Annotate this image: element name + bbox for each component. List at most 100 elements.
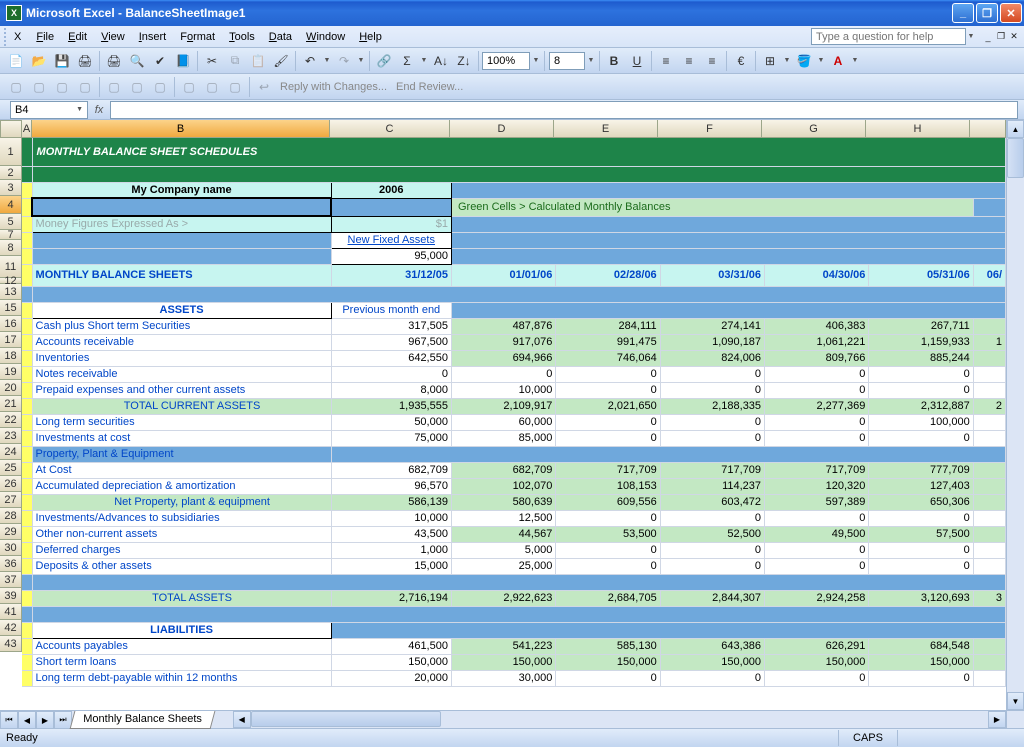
cell-tca-4[interactable]: 2,277,369 [765,398,869,414]
row-22[interactable]: 22 [0,412,22,428]
cell-ap-6[interactable] [973,638,1005,654]
hscroll-thumb[interactable] [251,711,441,727]
doc-icon[interactable]: X [14,31,21,43]
scroll-down-button[interactable]: ▼ [1007,692,1024,710]
cell-ap-5[interactable]: 684,548 [869,638,973,654]
row-27[interactable]: 27 [0,492,22,508]
cell-invadv-6[interactable] [973,510,1005,526]
row-29[interactable]: 29 [0,524,22,540]
cell-ap-3[interactable]: 643,386 [660,638,764,654]
cell-defc-0[interactable]: 1,000 [331,542,451,558]
menu-data[interactable]: Data [262,29,299,45]
cell-stl-3[interactable]: 150,000 [660,654,764,670]
cell-cash-6[interactable] [973,318,1005,334]
row-4[interactable]: 4 [0,196,22,214]
cell-tca-2[interactable]: 2,021,650 [556,398,660,414]
cell-notes-6[interactable] [973,366,1005,382]
cell-accdep-3[interactable]: 114,237 [660,478,764,494]
cell-cash-3[interactable]: 274,141 [660,318,764,334]
cell-lts-2[interactable]: 0 [556,414,660,430]
cell-netppe-4[interactable]: 597,389 [765,494,869,510]
cell-invc-6[interactable] [973,430,1005,446]
help-dropdown[interactable]: ▼ [966,33,976,40]
cell-invc-4[interactable]: 0 [765,430,869,446]
cell-onc-5[interactable]: 57,500 [869,526,973,542]
row-30[interactable]: 30 [0,540,22,556]
cell-onc-1[interactable]: 44,567 [451,526,555,542]
row-24[interactable]: 24 [0,444,22,460]
copy-button[interactable]: ⧉ [224,50,246,72]
cell-atcost-3[interactable]: 717,709 [660,462,764,478]
col-C[interactable]: C [330,120,450,138]
cell-stl-4[interactable]: 150,000 [765,654,869,670]
currency-button[interactable]: € [730,50,752,72]
cell-lts-4[interactable]: 0 [765,414,869,430]
cell-stl-0[interactable]: 150,000 [331,654,451,670]
cell-notes-4[interactable]: 0 [765,366,869,382]
cell-ap-4[interactable]: 626,291 [765,638,869,654]
review-btn-6[interactable]: ▢ [126,76,148,98]
first-sheet-button[interactable]: ⏮ [0,711,18,729]
cell-invadv-5[interactable]: 0 [869,510,973,526]
cell-inv-5[interactable]: 885,244 [869,350,973,366]
autosum-button[interactable]: Σ [396,50,418,72]
cut-button[interactable]: ✂ [201,50,223,72]
cell-atcost-1[interactable]: 682,709 [451,462,555,478]
cell-defc-3[interactable]: 0 [660,542,764,558]
cell-inv-3[interactable]: 824,006 [660,350,764,366]
row-26[interactable]: 26 [0,476,22,492]
cell-accdep-4[interactable]: 120,320 [765,478,869,494]
cell-prepaid-4[interactable]: 0 [765,382,869,398]
name-box[interactable]: B4▼ [10,101,88,119]
cell-stl-5[interactable]: 150,000 [869,654,973,670]
cell-netppe-0[interactable]: 586,139 [331,494,451,510]
cell-tca-1[interactable]: 2,109,917 [451,398,555,414]
cell-ar-3[interactable]: 1,090,187 [660,334,764,350]
cell-dep-3[interactable]: 0 [660,558,764,574]
borders-button[interactable]: ⊞ [759,50,781,72]
row-39[interactable]: 39 [0,588,22,604]
doc-restore-button[interactable]: ❐ [995,31,1007,43]
cell-ap-2[interactable]: 585,130 [556,638,660,654]
row-37[interactable]: 37 [0,572,22,588]
permission-button[interactable]: 🖨 [74,50,96,72]
row-43[interactable]: 43 [0,636,22,652]
cell-prepaid-0[interactable]: 8,000 [331,382,451,398]
format-painter-button[interactable]: 🖌 [270,50,292,72]
row-16[interactable]: 16 [0,316,22,332]
prev-sheet-button[interactable]: ◀ [18,711,36,729]
undo-button[interactable]: ↶ [299,50,321,72]
zoom-dropdown[interactable]: ▼ [531,57,541,64]
cell-inv-4[interactable]: 809,766 [765,350,869,366]
minimize-button[interactable]: _ [952,3,974,23]
sort-asc-button[interactable]: A↓ [430,50,452,72]
review-btn-3[interactable]: ▢ [51,76,73,98]
row-18[interactable]: 18 [0,348,22,364]
fontsize-input[interactable]: 8 [549,52,585,70]
cell-accdep-5[interactable]: 127,403 [869,478,973,494]
review-btn-2[interactable]: ▢ [28,76,50,98]
cell-lts-0[interactable]: 50,000 [331,414,451,430]
align-right-button[interactable]: ≡ [701,50,723,72]
close-button[interactable]: ✕ [1000,3,1022,23]
row-21[interactable]: 21 [0,396,22,412]
row-3[interactable]: 3 [0,180,22,196]
new-button[interactable]: 📄 [5,50,27,72]
print-button[interactable]: 🖨 [103,50,125,72]
sheet-tab[interactable]: Monthly Balance Sheets [70,711,215,729]
doc-minimize-button[interactable]: _ [982,31,994,43]
cell-cash-4[interactable]: 406,383 [765,318,869,334]
cell-ap-1[interactable]: 541,223 [451,638,555,654]
cell-notes-1[interactable]: 0 [451,366,555,382]
cell-defc-1[interactable]: 5,000 [451,542,555,558]
cell-atcost-0[interactable]: 682,709 [331,462,451,478]
fontcolor-button[interactable]: A [827,50,849,72]
cell-inv-0[interactable]: 642,550 [331,350,451,366]
menu-insert[interactable]: Insert [132,29,174,45]
cell-cash-5[interactable]: 267,711 [869,318,973,334]
review-btn-1[interactable]: ▢ [5,76,27,98]
scroll-right-button[interactable]: ▶ [988,711,1006,728]
cell-ta-5[interactable]: 3,120,693 [869,590,973,606]
cell-ar-0[interactable]: 967,500 [331,334,451,350]
align-left-button[interactable]: ≡ [655,50,677,72]
